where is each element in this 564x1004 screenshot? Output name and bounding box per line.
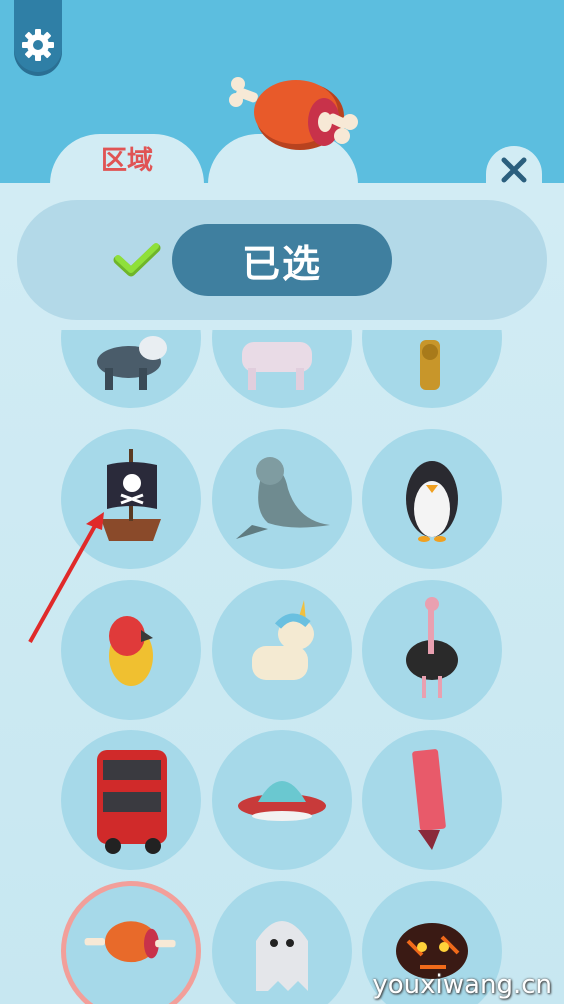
selected-filter-button[interactable]: 已选 — [172, 224, 392, 296]
ostrich-icon — [406, 597, 458, 698]
golden-statue-icon — [420, 340, 440, 390]
item-unicorn[interactable] — [212, 580, 352, 720]
double-decker-bus-icon — [97, 750, 167, 854]
item-pirate-ship[interactable] — [61, 429, 201, 569]
unicorn-icon — [252, 600, 314, 680]
close-icon — [501, 157, 527, 183]
highlighter-marker-icon — [412, 749, 446, 850]
pirate-ship-icon — [101, 449, 161, 541]
tab-region[interactable]: 区域 — [50, 134, 204, 194]
item-parrot[interactable] — [61, 580, 201, 720]
husky-dog-icon — [97, 336, 167, 390]
item-pig[interactable] — [212, 330, 352, 408]
item-husky-dog[interactable] — [61, 330, 201, 408]
seal-icon — [236, 457, 330, 539]
item-highlighter-marker[interactable] — [362, 730, 502, 870]
item-seal[interactable] — [212, 429, 352, 569]
item-ghost[interactable] — [212, 881, 352, 1004]
pig-icon — [242, 342, 312, 390]
checkmark-icon[interactable] — [112, 240, 162, 280]
item-golden-statue[interactable] — [362, 330, 502, 408]
meat-item-icon — [84, 921, 176, 963]
watermark: youxiwang.cn — [372, 970, 552, 1000]
item-grid — [0, 330, 564, 1004]
tab-region-label: 区域 — [100, 146, 153, 176]
item-penguin[interactable] — [362, 429, 502, 569]
parrot-icon — [109, 616, 153, 686]
penguin-icon — [406, 461, 458, 542]
item-meat-selected[interactable] — [61, 881, 201, 1004]
meat-icon — [229, 77, 358, 150]
gear-icon — [22, 29, 54, 61]
ufo-icon — [238, 781, 326, 821]
ghost-icon — [256, 921, 308, 991]
settings-button[interactable] — [14, 0, 62, 72]
close-button[interactable] — [486, 146, 542, 194]
item-ostrich[interactable] — [362, 580, 502, 720]
item-double-decker-bus[interactable] — [61, 730, 201, 870]
item-ufo[interactable] — [212, 730, 352, 870]
